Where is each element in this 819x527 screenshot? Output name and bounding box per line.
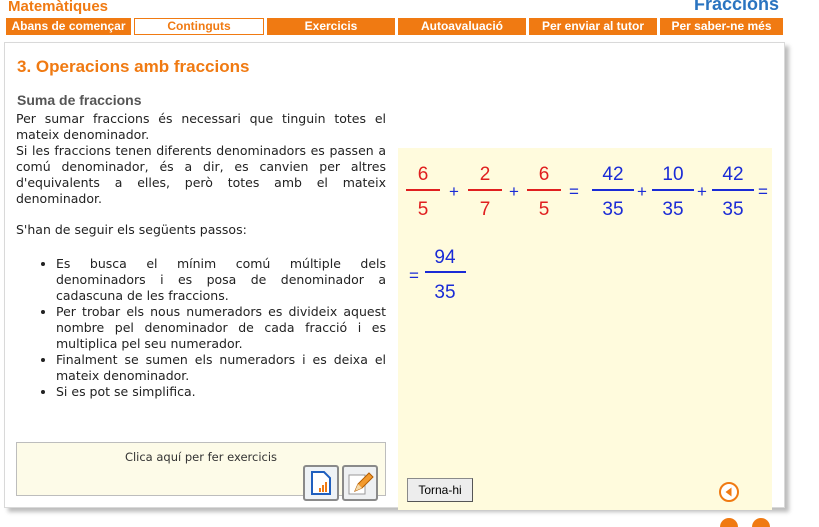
result-denominator: 35: [434, 282, 455, 303]
exercise-chart-button[interactable]: [303, 465, 339, 501]
tab-continguts[interactable]: Continguts: [134, 18, 264, 35]
section-subtitle: Suma de fraccions: [17, 92, 142, 108]
page-title: 3. Operacions amb fraccions: [17, 57, 250, 76]
exercise-box: Clica aquí per fer exercicis: [16, 442, 386, 501]
steps-list: Es busca el mínim comú múltiple dels den…: [16, 256, 386, 399]
nav-circle-icons: [720, 518, 770, 527]
content-panel: 3. Operacions amb fraccions Suma de frac…: [4, 42, 785, 510]
back-arrow-icon[interactable]: [718, 481, 740, 503]
operator-symbol: =: [758, 182, 768, 201]
exercise-prompt: Clica aquí per fer exercicis: [124, 450, 278, 464]
fraction-denominator: 5: [539, 199, 550, 220]
app-window: Matemàtiques Fraccions Abans de començar…: [0, 0, 819, 527]
tab-exercicis[interactable]: Exercicis: [267, 18, 395, 35]
fraction-denominator: 5: [418, 199, 429, 220]
fraction-numerator: 6: [539, 164, 550, 185]
unit-title: Fraccions: [693, 0, 779, 14]
result-numerator: 94: [434, 247, 456, 268]
list-item: Finalment se sumen els numeradors i es d…: [56, 352, 386, 384]
operator-symbol: +: [509, 182, 519, 201]
tab-autoavaluacio[interactable]: Autoavaluació: [398, 18, 526, 35]
math-example-panel: 6 5 2 7 6 5 42 35 10 35 42 35 + + = + + = = 94 35 Torna-hi: [398, 148, 772, 510]
fraction-sum-example: 6 5 2 7 6 5 42 35 10 35 42 35 + + = + + = = 94 35: [406, 164, 768, 303]
list-item: Si es pot se simplifica.: [56, 384, 386, 400]
fraction-denominator: 35: [602, 199, 623, 220]
list-item: Es busca el mínim comú múltiple dels den…: [56, 256, 386, 304]
fraction-denominator: 35: [662, 199, 683, 220]
paragraph-2: Si les fraccions tenen diferents denomin…: [16, 142, 386, 206]
torna-hi-button[interactable]: Torna-hi: [407, 478, 473, 502]
fraction-numerator: 2: [480, 164, 491, 185]
operator-symbol: +: [637, 182, 647, 201]
fraction-numerator: 42: [602, 164, 623, 185]
fraction-denominator: 35: [722, 199, 743, 220]
explanation-text: Per sumar fraccions és necessari que tin…: [16, 111, 386, 400]
main-nav: Abans de començar Continguts Exercicis A…: [6, 18, 783, 35]
paragraph-3: S'han de seguir els següents passos:: [16, 222, 247, 238]
pencil-icon: [348, 472, 374, 495]
fraction-numerator: 10: [662, 164, 683, 185]
paragraph-1: Per sumar fraccions és necessari que tin…: [16, 111, 386, 142]
tab-abans-de-comencar[interactable]: Abans de començar: [6, 18, 131, 35]
list-item: Per trobar els nous numeradors es divide…: [56, 304, 386, 352]
tab-per-saber-ne-mes[interactable]: Per saber-ne més: [660, 18, 783, 35]
tab-per-enviar-al-tutor[interactable]: Per enviar al tutor: [529, 18, 657, 35]
result-equals: =: [409, 266, 419, 285]
fraction-denominator: 7: [480, 199, 491, 220]
operator-symbol: +: [697, 182, 707, 201]
fraction-numerator: 42: [722, 164, 743, 185]
operator-symbol: +: [449, 182, 459, 201]
brand-title: Matemàtiques: [8, 0, 109, 15]
exercise-pencil-button[interactable]: [342, 465, 378, 501]
chart-icon: [311, 471, 331, 495]
operator-symbol: =: [569, 182, 579, 201]
fraction-numerator: 6: [418, 164, 429, 185]
